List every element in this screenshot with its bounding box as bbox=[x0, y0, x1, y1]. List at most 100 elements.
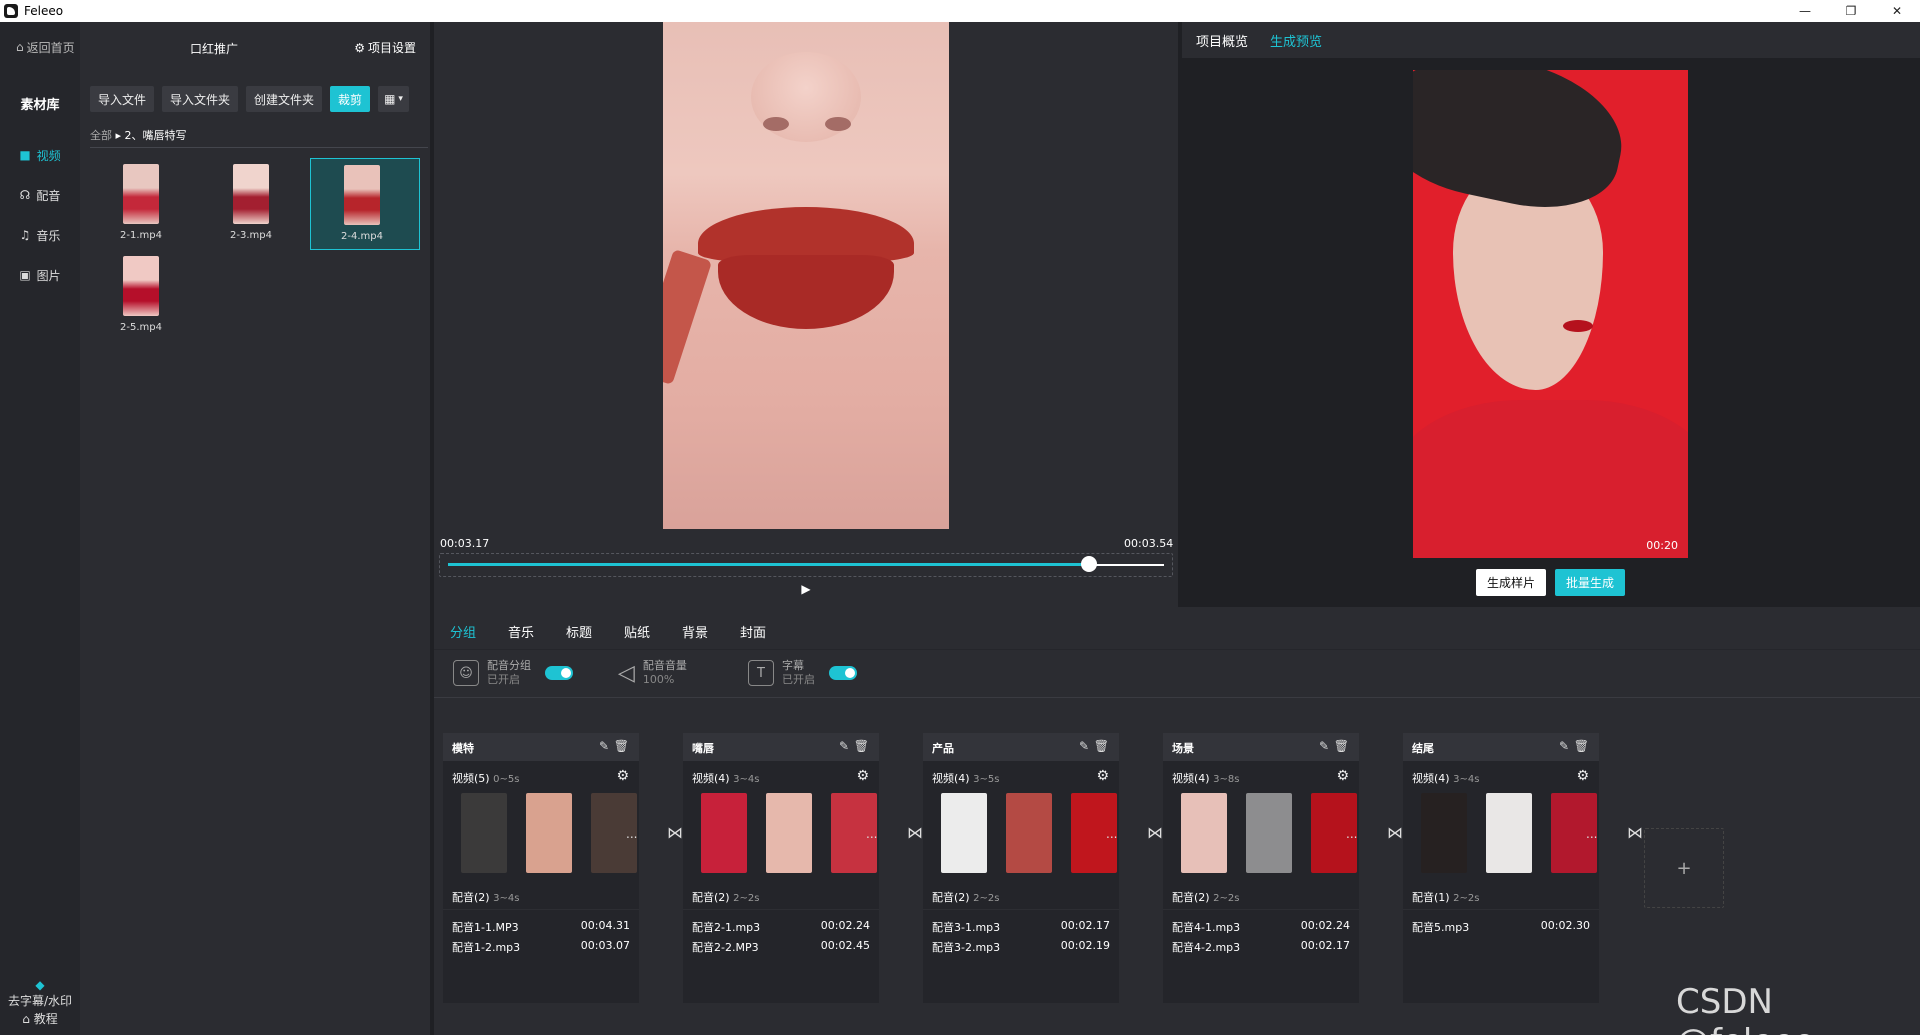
trash-icon[interactable]: 🗑 bbox=[1094, 739, 1109, 753]
breadcrumb-arrow-icon: ▸ bbox=[115, 129, 125, 142]
tab-bottom[interactable]: 贴纸 bbox=[608, 622, 666, 641]
tab-bottom[interactable]: 背景 bbox=[666, 622, 724, 641]
media-filename: 2-4.mp4 bbox=[341, 231, 383, 242]
transition-icon[interactable]: ⋈ bbox=[1147, 823, 1163, 842]
gear-icon[interactable]: ⚙ bbox=[856, 768, 869, 784]
clip-thumbnail[interactable] bbox=[1006, 793, 1052, 873]
audio-file-row[interactable]: 配音5.mp3 00:02.30 bbox=[1412, 919, 1590, 935]
audio-file-row[interactable]: 配音2-1.mp3 00:02.24 bbox=[692, 919, 870, 935]
trash-icon[interactable]: 🗑 bbox=[614, 739, 629, 753]
subtitles-option: T 字幕 已开启 bbox=[748, 656, 857, 690]
subtitles-status: 已开启 bbox=[782, 673, 815, 686]
clip-thumbnail[interactable] bbox=[526, 793, 572, 873]
voiceover-icon: ☊ bbox=[19, 188, 31, 202]
breadcrumb-root[interactable]: 全部 bbox=[90, 129, 112, 142]
divider bbox=[434, 649, 1920, 650]
transition-icon[interactable]: ⋈ bbox=[907, 823, 923, 842]
media-item[interactable]: 2-3.mp4 bbox=[200, 158, 310, 250]
audio-file-row[interactable]: 配音3-2.mp3 00:02.19 bbox=[932, 939, 1110, 955]
more-clips-ellipsis[interactable]: ... bbox=[866, 827, 877, 841]
preview-image-content bbox=[1563, 320, 1593, 332]
project-settings-button[interactable]: ⚙ 项目设置 bbox=[354, 39, 416, 56]
audio-file-row[interactable]: 配音1-1.MP3 00:04.31 bbox=[452, 919, 630, 935]
sidebar-item[interactable]: ▣ 图片 bbox=[0, 262, 80, 288]
voice-volume-option[interactable]: ◁ 配音音量 100% bbox=[618, 656, 687, 690]
video-count-label: 视频(4) bbox=[932, 772, 970, 785]
transition-icon[interactable]: ⋈ bbox=[1627, 823, 1643, 842]
batch-generate-button[interactable]: 批量生成 bbox=[1555, 569, 1625, 596]
clip-thumbnail[interactable] bbox=[941, 793, 987, 873]
scrubber-handle[interactable] bbox=[1080, 556, 1097, 572]
close-button[interactable]: ✕ bbox=[1874, 0, 1920, 22]
transition-icon[interactable]: ⋈ bbox=[667, 823, 683, 842]
maximize-button[interactable]: ❐ bbox=[1828, 0, 1874, 22]
edit-icon[interactable]: ✎ bbox=[599, 739, 609, 753]
gear-icon[interactable]: ⚙ bbox=[616, 768, 629, 784]
trash-icon[interactable]: 🗑 bbox=[1574, 739, 1589, 753]
clip-thumbnail[interactable] bbox=[701, 793, 747, 873]
edit-icon[interactable]: ✎ bbox=[839, 739, 849, 753]
play-button[interactable]: ▶ bbox=[798, 581, 814, 597]
clip-thumbnail[interactable] bbox=[1181, 793, 1227, 873]
audio-file-row[interactable]: 配音4-2.mp3 00:02.17 bbox=[1172, 939, 1350, 955]
audio-file-row[interactable]: 配音3-1.mp3 00:02.17 bbox=[932, 919, 1110, 935]
divider bbox=[434, 697, 1920, 698]
tab-bottom[interactable]: 封面 bbox=[724, 622, 782, 641]
audio-file-name: 配音3-1.mp3 bbox=[932, 921, 1001, 934]
more-clips-ellipsis[interactable]: ... bbox=[1586, 827, 1597, 841]
more-clips-ellipsis[interactable]: ... bbox=[626, 827, 637, 841]
view-mode-dropdown[interactable]: ▦ ▾ bbox=[378, 86, 409, 112]
clip-thumbnail[interactable] bbox=[1246, 793, 1292, 873]
audio-file-row[interactable]: 配音1-2.mp3 00:03.07 bbox=[452, 939, 630, 955]
subtitles-toggle[interactable] bbox=[829, 666, 857, 680]
transition-icon[interactable]: ⋈ bbox=[1387, 823, 1403, 842]
gear-icon[interactable]: ⚙ bbox=[1096, 768, 1109, 784]
import-file-button[interactable]: 导入文件 bbox=[90, 86, 155, 112]
voice-group-toggle[interactable] bbox=[545, 666, 573, 680]
project-settings-label: 项目设置 bbox=[367, 41, 416, 55]
edit-icon[interactable]: ✎ bbox=[1079, 739, 1089, 753]
tutorial-link[interactable]: ⌂ 教程 bbox=[0, 1010, 80, 1027]
media-item[interactable]: 2-5.mp4 bbox=[90, 250, 200, 342]
trash-icon[interactable]: 🗑 bbox=[1334, 739, 1349, 753]
gear-icon[interactable]: ⚙ bbox=[1576, 768, 1589, 784]
graduation-cap-icon: ⌂ bbox=[22, 1012, 30, 1026]
tab-bottom[interactable]: 分组 bbox=[434, 622, 492, 641]
clip-thumbnail[interactable] bbox=[1486, 793, 1532, 873]
edit-icon[interactable]: ✎ bbox=[1319, 739, 1329, 753]
media-item[interactable]: 2-1.mp4 bbox=[90, 158, 200, 250]
video-thumbnail bbox=[123, 256, 159, 316]
media-item[interactable]: 2-4.mp4 bbox=[310, 158, 420, 250]
sidebar-item-label: 视频 bbox=[36, 148, 61, 163]
remove-watermark-button[interactable]: ◆ 去字幕/水印 bbox=[0, 978, 80, 1009]
audio-file-row[interactable]: 配音4-1.mp3 00:02.24 bbox=[1172, 919, 1350, 935]
import-folder-button[interactable]: 导入文件夹 bbox=[162, 86, 239, 112]
create-folder-button[interactable]: 创建文件夹 bbox=[246, 86, 323, 112]
audio-count-label: 配音(2) bbox=[932, 891, 970, 904]
generate-sample-button[interactable]: 生成样片 bbox=[1476, 569, 1546, 596]
generated-preview[interactable]: 00:20 bbox=[1413, 70, 1688, 558]
trash-icon[interactable]: 🗑 bbox=[854, 739, 869, 753]
clip-thumbnail[interactable] bbox=[461, 793, 507, 873]
minimize-button[interactable]: — bbox=[1782, 0, 1828, 22]
more-clips-ellipsis[interactable]: ... bbox=[1346, 827, 1357, 841]
tab-preview[interactable]: 生成预览 bbox=[1270, 31, 1322, 50]
gear-icon[interactable]: ⚙ bbox=[1336, 768, 1349, 784]
sidebar-item[interactable]: ♫ 音乐 bbox=[0, 222, 80, 248]
audio-range: 2~2s bbox=[973, 893, 1000, 904]
music-note-icon: ♫ bbox=[19, 228, 31, 242]
clip-thumbnail[interactable] bbox=[766, 793, 812, 873]
sidebar-item[interactable]: ☊ 配音 bbox=[0, 182, 80, 208]
clip-thumbnail[interactable] bbox=[1421, 793, 1467, 873]
tab-preview[interactable]: 项目概览 bbox=[1196, 31, 1248, 50]
audio-count-label: 配音(1) bbox=[1412, 891, 1450, 904]
trim-button[interactable]: 裁剪 bbox=[330, 86, 371, 112]
more-clips-ellipsis[interactable]: ... bbox=[1106, 827, 1117, 841]
tab-bottom[interactable]: 标题 bbox=[550, 622, 608, 641]
sidebar-item[interactable]: ■ 视频 bbox=[0, 142, 80, 168]
add-group-button[interactable]: + bbox=[1644, 828, 1724, 908]
group-title: 场景 bbox=[1172, 742, 1194, 755]
edit-icon[interactable]: ✎ bbox=[1559, 739, 1569, 753]
audio-file-row[interactable]: 配音2-2.MP3 00:02.45 bbox=[692, 939, 870, 955]
tab-bottom[interactable]: 音乐 bbox=[492, 622, 550, 641]
